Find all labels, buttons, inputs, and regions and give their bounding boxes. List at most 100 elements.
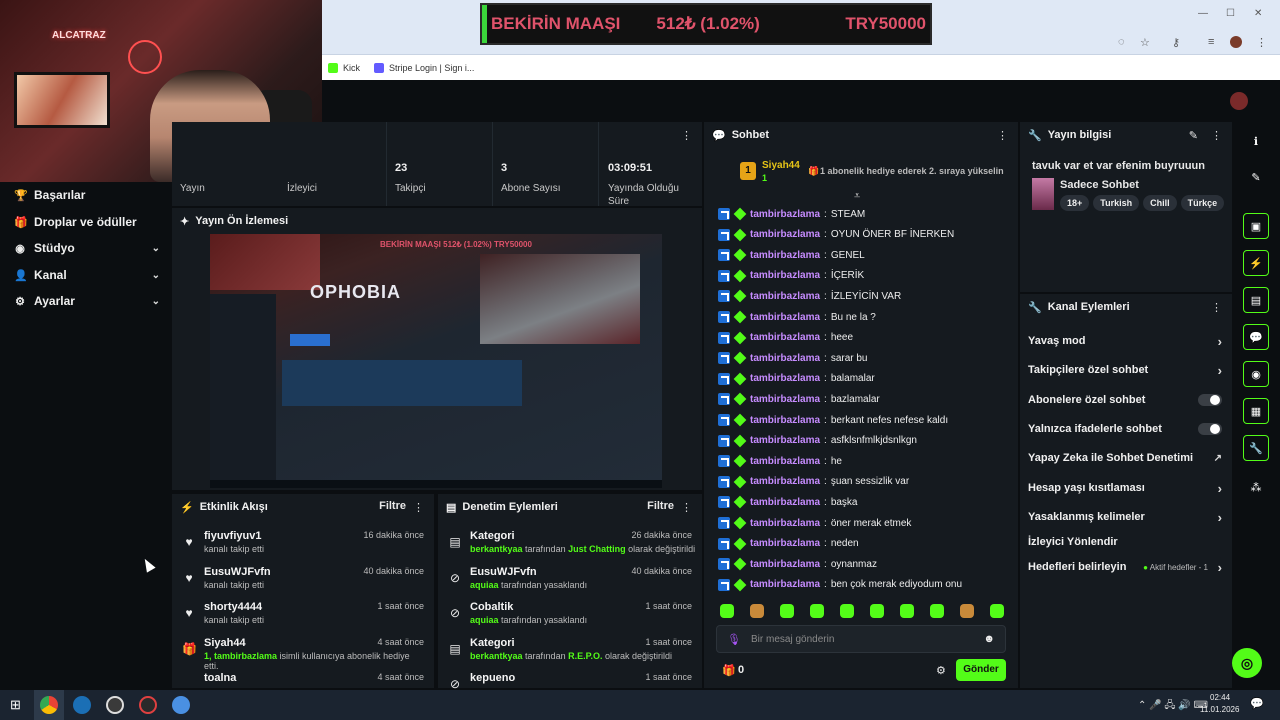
activity-user[interactable]: fiyuvfiyuv1: [204, 530, 261, 542]
channel-action[interactable]: Yasaklanmış kelimeler ›: [1028, 507, 1222, 527]
activity-user[interactable]: toalna: [204, 672, 236, 684]
chevron-down-icon[interactable]: ⌄: [152, 243, 160, 254]
activity-user[interactable]: Siyah44: [204, 637, 246, 649]
emote-button[interactable]: [780, 604, 794, 618]
channel-action[interactable]: Yapay Zeka ile Sohbet Denetimi ↗: [1028, 448, 1222, 468]
emote-button[interactable]: [900, 604, 914, 618]
chat-username[interactable]: tambirbazlama: [750, 353, 820, 364]
chat-icon[interactable]: 💬: [1243, 324, 1269, 350]
moderation-item[interactable]: ▤ Kategori berkantkyaa tarafından R.E.P.O.…: [448, 637, 692, 669]
toggle-switch[interactable]: [1198, 423, 1222, 435]
chat-message[interactable]: tambirbazlama: başka: [718, 494, 858, 510]
activity-user[interactable]: shorty4444: [204, 601, 262, 613]
chevron-down-icon[interactable]: ⌄: [152, 270, 160, 281]
mic-icon[interactable]: 🎙: [727, 633, 741, 646]
chat-message[interactable]: tambirbazlama: ben çok merak ediyodum onu: [718, 577, 962, 593]
chat-username[interactable]: tambirbazlama: [750, 312, 820, 323]
apps-icon[interactable]: ⁂: [1243, 474, 1269, 500]
emote-button[interactable]: [990, 604, 1004, 618]
chevron-down-icon[interactable]: ⌄: [152, 296, 160, 307]
chat-input[interactable]: 🎙 Bir mesaj gönderin ☻: [716, 625, 1006, 653]
playlist-icon[interactable]: ≡: [1208, 36, 1214, 48]
chat-message[interactable]: tambirbazlama: neden: [718, 536, 859, 552]
channel-action[interactable]: Hedefleri belirleyin ● Aktif hedefler - 1…: [1028, 557, 1222, 577]
emote-button[interactable]: [930, 604, 944, 618]
chat-username[interactable]: tambirbazlama: [750, 415, 820, 426]
channel-action[interactable]: Yavaş mod ›: [1028, 331, 1222, 351]
activity-item[interactable]: 🎁 Siyah44 1, tambirbazlama isimli kullanıc…: [182, 637, 424, 671]
kebab-icon[interactable]: ⋮: [1211, 129, 1222, 142]
chat-settings-icon[interactable]: ⚙: [936, 664, 946, 677]
chat-message[interactable]: tambirbazlama: berkant nefes nefese kaldı: [718, 412, 948, 428]
support-button[interactable]: ◎: [1232, 648, 1262, 678]
chevron-right-icon[interactable]: ›: [1218, 560, 1222, 575]
user-avatar[interactable]: [1230, 92, 1248, 110]
app-icon[interactable]: [139, 696, 157, 714]
chat-message[interactable]: tambirbazlama: asfklsnfmlkjdsnlkgn: [718, 433, 917, 449]
chat-username[interactable]: tambirbazlama: [750, 476, 820, 487]
chat-message[interactable]: tambirbazlama: STEAM: [718, 206, 865, 222]
kebab-icon[interactable]: ⋮: [681, 501, 692, 514]
profile-avatar[interactable]: [1230, 36, 1242, 48]
chevron-right-icon[interactable]: ›: [1218, 334, 1222, 349]
category-name[interactable]: Sadece Sohbet: [1060, 179, 1139, 191]
moderation-item[interactable]: ⊘ EusuWJFvfn aquiaa tarafından yasaklandı 4…: [448, 566, 692, 598]
moderation-actor[interactable]: berkantkyaa: [470, 651, 523, 661]
stream-preview-video[interactable]: BEKİRİN MAAŞI 512₺ (1.02%) TRY50000 OPHO…: [210, 234, 662, 488]
toggle-switch[interactable]: [1198, 394, 1222, 406]
chat-message[interactable]: tambirbazlama: oynanmaz: [718, 556, 877, 572]
chat-username[interactable]: tambirbazlama: [750, 229, 820, 240]
chat-username[interactable]: tambirbazlama: [750, 456, 820, 467]
clock-date[interactable]: 11.01.2026: [1200, 705, 1239, 714]
chat-username[interactable]: tambirbazlama: [750, 209, 820, 220]
obs-icon[interactable]: [106, 696, 124, 714]
channel-action[interactable]: İzleyici Yönlendir: [1028, 532, 1222, 552]
sidebar-item-1[interactable]: 🎁 Droplar ve ödüller: [14, 215, 160, 229]
moderation-actor[interactable]: aquiaa: [470, 580, 499, 590]
moderation-actor[interactable]: aquiaa: [470, 615, 499, 625]
sidebar-item-3[interactable]: 👤 Kanal ⌄: [14, 268, 160, 282]
emote-button[interactable]: [840, 604, 854, 618]
moderation-item[interactable]: ▤ Kategori berkantkyaa tarafından Just Cha…: [448, 530, 695, 562]
edit-icon[interactable]: ✎: [1243, 164, 1269, 190]
moderation-item[interactable]: ⊘ Cobaltik aquiaa tarafından yasaklandı 1 s…: [448, 601, 692, 633]
kebab-icon[interactable]: ⋮: [997, 129, 1008, 142]
chat-username[interactable]: tambirbazlama: [750, 373, 820, 384]
chat-message[interactable]: tambirbazlama: sarar bu: [718, 350, 868, 366]
emote-button[interactable]: [960, 604, 974, 618]
star-icon[interactable]: ☆: [1140, 36, 1150, 49]
channel-action[interactable]: Abonelere özel sohbet: [1028, 390, 1222, 410]
activity-item[interactable]: ♥ EusuWJFvfn kanalı takip etti 40 dakika ön…: [182, 566, 424, 598]
channel-action[interactable]: Yalnızca ifadelerle sohbet: [1028, 419, 1222, 439]
chevron-right-icon[interactable]: ›: [1218, 510, 1222, 525]
bookmark-kick[interactable]: Kick: [328, 62, 360, 73]
chat-message[interactable]: tambirbazlama: GENEL: [718, 247, 865, 263]
chat-username[interactable]: tambirbazlama: [750, 497, 820, 508]
emote-button[interactable]: [810, 604, 824, 618]
chat-username[interactable]: tambirbazlama: [750, 291, 820, 302]
activity-filter-button[interactable]: Filtre: [379, 500, 406, 512]
emote-button[interactable]: [720, 604, 734, 618]
edit-icon[interactable]: ✎: [1189, 129, 1198, 142]
channel-action[interactable]: Hesap yaşı kısıtlaması ›: [1028, 478, 1222, 498]
emoji-icon[interactable]: ☻: [983, 633, 995, 645]
chevron-right-icon[interactable]: ›: [1218, 363, 1222, 378]
activity-user[interactable]: EusuWJFvfn: [204, 566, 271, 578]
info-icon[interactable]: ℹ: [1243, 128, 1269, 154]
notification-icon[interactable]: 💬: [1250, 697, 1264, 710]
tray-icons[interactable]: ⌃ 🎤 🖧 🔊 ⌨: [1138, 698, 1208, 715]
sidebar-item-0[interactable]: 🏆 Başarılar: [14, 188, 160, 202]
leaderboard-user[interactable]: Siyah44: [762, 160, 800, 171]
chat-message[interactable]: tambirbazlama: İÇERİK: [718, 268, 864, 284]
emote-button[interactable]: [750, 604, 764, 618]
maximize-icon[interactable]: ☐: [1226, 8, 1235, 19]
menu-icon[interactable]: ⋮: [1256, 36, 1267, 49]
broadcast-icon[interactable]: ◉: [1243, 361, 1269, 387]
chat-message[interactable]: tambirbazlama: şuan sessizlik var: [718, 474, 909, 490]
chat-message[interactable]: tambirbazlama: balamalar: [718, 371, 875, 387]
moderation-actor[interactable]: berkantkyaa: [470, 544, 523, 554]
windows-start-icon[interactable]: ⊞: [10, 697, 21, 713]
sidebar-item-4[interactable]: ⚙ Ayarlar ⌄: [14, 294, 160, 308]
chat-message[interactable]: tambirbazlama: öner merak etmek: [718, 515, 911, 531]
chat-message[interactable]: tambirbazlama: bazlamalar: [718, 391, 880, 407]
